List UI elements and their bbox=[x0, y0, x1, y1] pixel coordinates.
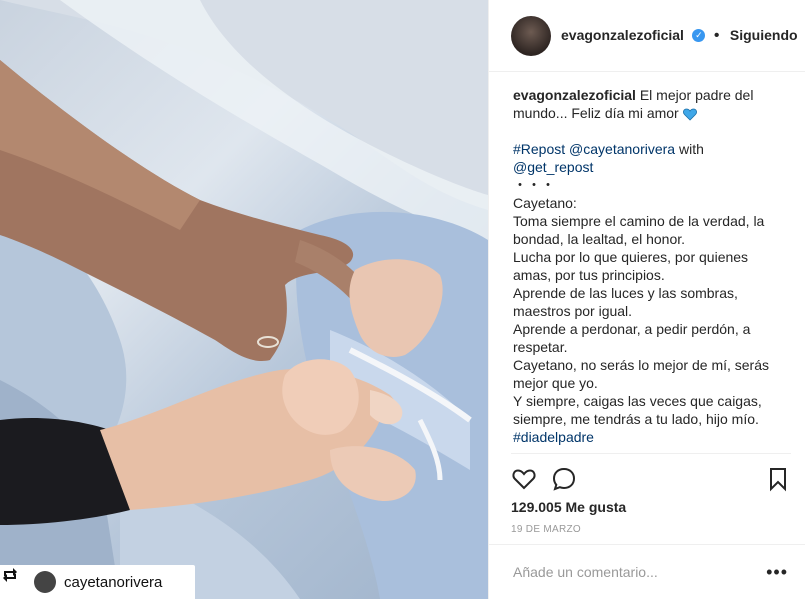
post-date: 19 DE MARZO bbox=[511, 524, 581, 535]
repost-user-avatar bbox=[34, 571, 56, 593]
comment-icon[interactable] bbox=[551, 466, 577, 492]
caption-dots: ・・・ bbox=[513, 177, 555, 193]
more-options-icon[interactable]: ••• bbox=[766, 562, 788, 583]
actions-divider bbox=[511, 453, 791, 454]
post-side-panel: evagonzalezoficial ✓ • Siguiendo evagonz… bbox=[488, 0, 805, 599]
post-header: evagonzalezoficial ✓ • Siguiendo bbox=[489, 0, 805, 72]
header-separator: • bbox=[713, 26, 720, 44]
photo-illustration bbox=[0, 0, 488, 599]
post-caption: evagonzalezoficial El mejor padre del mu… bbox=[489, 72, 805, 455]
caption-author[interactable]: evagonzalezoficial bbox=[513, 87, 636, 103]
bookmark-icon[interactable] bbox=[765, 466, 791, 492]
repost-icon bbox=[3, 568, 26, 592]
caption-line-4: Aprende a perdonar, a pedir perdón, a re… bbox=[513, 321, 751, 355]
caption-line-1: Toma siempre el camino de la verdad, la … bbox=[513, 213, 765, 247]
comment-bar: ••• bbox=[489, 544, 805, 599]
hashtag-link[interactable]: #diadelpadre bbox=[513, 429, 594, 445]
get-repost-link[interactable]: @get_repost bbox=[513, 159, 593, 175]
repost-username[interactable]: cayetanorivera bbox=[64, 574, 162, 591]
verified-icon: ✓ bbox=[692, 28, 706, 42]
repost-with-text: with bbox=[678, 141, 704, 157]
comment-input[interactable] bbox=[511, 563, 767, 581]
caption-line-6: Y siempre, caigas las veces que caigas, … bbox=[513, 393, 762, 427]
instagram-post-modal: cayetanorivera evagonzalezoficial ✓ • Si… bbox=[0, 0, 805, 599]
blue-heart-icon bbox=[682, 108, 697, 121]
repost-tag-link[interactable]: #Repost @cayetanorivera bbox=[513, 141, 675, 157]
post-photo[interactable]: cayetanorivera bbox=[0, 0, 488, 599]
follow-status-button[interactable]: Siguiendo bbox=[730, 27, 798, 43]
likes-count[interactable]: 129.005 Me gusta bbox=[511, 499, 626, 515]
caption-line-5: Cayetano, no serás lo mejor de mí, serás… bbox=[513, 357, 770, 391]
caption-line-2: Lucha por lo que quieres, por quienes am… bbox=[513, 249, 749, 283]
repost-badge[interactable]: cayetanorivera bbox=[0, 565, 195, 599]
author-avatar[interactable] bbox=[511, 15, 551, 56]
post-actions bbox=[511, 462, 791, 492]
author-username[interactable]: evagonzalezoficial bbox=[561, 27, 684, 43]
caption-name: Cayetano: bbox=[513, 195, 577, 211]
caption-line-3: Aprende de las luces y las sombras, maes… bbox=[513, 285, 738, 319]
heart-icon[interactable] bbox=[511, 466, 537, 492]
